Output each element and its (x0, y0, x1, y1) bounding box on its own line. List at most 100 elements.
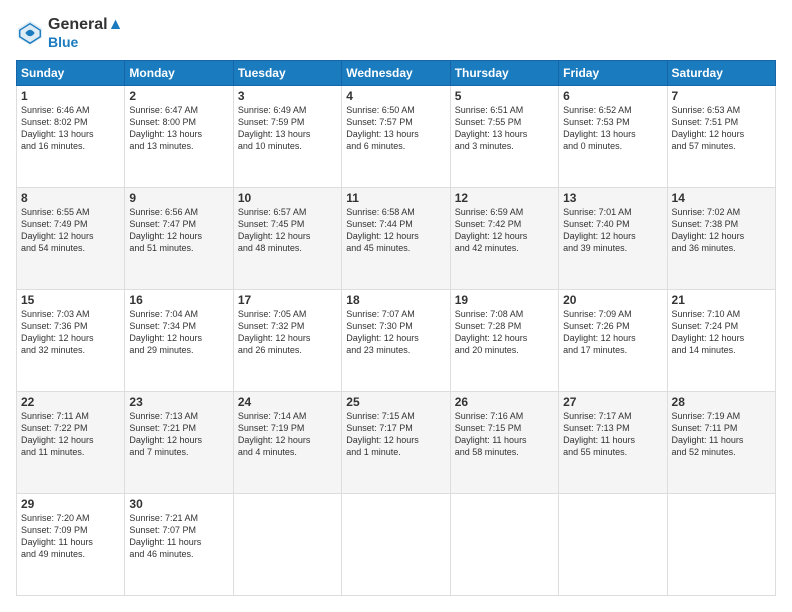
cell-details: Sunrise: 7:09 AMSunset: 7:26 PMDaylight:… (563, 308, 662, 357)
cell-details: Sunrise: 7:07 AMSunset: 7:30 PMDaylight:… (346, 308, 445, 357)
header: General▲ Blue (16, 16, 776, 50)
day-of-week-monday: Monday (125, 61, 233, 86)
calendar-cell: 1Sunrise: 6:46 AMSunset: 8:02 PMDaylight… (17, 86, 125, 188)
calendar-cell: 12Sunrise: 6:59 AMSunset: 7:42 PMDayligh… (450, 188, 558, 290)
cell-details: Sunrise: 7:11 AMSunset: 7:22 PMDaylight:… (21, 410, 120, 459)
day-number: 21 (672, 293, 771, 307)
calendar-cell: 18Sunrise: 7:07 AMSunset: 7:30 PMDayligh… (342, 290, 450, 392)
calendar-cell: 5Sunrise: 6:51 AMSunset: 7:55 PMDaylight… (450, 86, 558, 188)
day-number: 5 (455, 89, 554, 103)
day-of-week-tuesday: Tuesday (233, 61, 341, 86)
day-of-week-sunday: Sunday (17, 61, 125, 86)
calendar-cell: 17Sunrise: 7:05 AMSunset: 7:32 PMDayligh… (233, 290, 341, 392)
cell-details: Sunrise: 7:01 AMSunset: 7:40 PMDaylight:… (563, 206, 662, 255)
calendar-cell (450, 494, 558, 596)
day-number: 15 (21, 293, 120, 307)
day-number: 23 (129, 395, 228, 409)
calendar-cell: 2Sunrise: 6:47 AMSunset: 8:00 PMDaylight… (125, 86, 233, 188)
cell-details: Sunrise: 6:46 AMSunset: 8:02 PMDaylight:… (21, 104, 120, 153)
day-number: 30 (129, 497, 228, 511)
day-number: 27 (563, 395, 662, 409)
day-number: 7 (672, 89, 771, 103)
calendar-cell: 26Sunrise: 7:16 AMSunset: 7:15 PMDayligh… (450, 392, 558, 494)
day-number: 20 (563, 293, 662, 307)
calendar-cell: 9Sunrise: 6:56 AMSunset: 7:47 PMDaylight… (125, 188, 233, 290)
day-number: 6 (563, 89, 662, 103)
cell-details: Sunrise: 7:08 AMSunset: 7:28 PMDaylight:… (455, 308, 554, 357)
day-number: 22 (21, 395, 120, 409)
logo-icon (16, 19, 44, 47)
calendar-cell: 22Sunrise: 7:11 AMSunset: 7:22 PMDayligh… (17, 392, 125, 494)
day-number: 14 (672, 191, 771, 205)
day-of-week-friday: Friday (559, 61, 667, 86)
day-number: 11 (346, 191, 445, 205)
calendar-cell: 6Sunrise: 6:52 AMSunset: 7:53 PMDaylight… (559, 86, 667, 188)
day-number: 13 (563, 191, 662, 205)
cell-details: Sunrise: 7:20 AMSunset: 7:09 PMDaylight:… (21, 512, 120, 561)
calendar-cell: 25Sunrise: 7:15 AMSunset: 7:17 PMDayligh… (342, 392, 450, 494)
day-number: 26 (455, 395, 554, 409)
day-of-week-thursday: Thursday (450, 61, 558, 86)
cell-details: Sunrise: 7:04 AMSunset: 7:34 PMDaylight:… (129, 308, 228, 357)
cell-details: Sunrise: 6:47 AMSunset: 8:00 PMDaylight:… (129, 104, 228, 153)
page: General▲ Blue SundayMondayTuesdayWednesd… (0, 0, 792, 612)
day-number: 24 (238, 395, 337, 409)
calendar-cell: 19Sunrise: 7:08 AMSunset: 7:28 PMDayligh… (450, 290, 558, 392)
day-number: 12 (455, 191, 554, 205)
calendar-cell (233, 494, 341, 596)
cell-details: Sunrise: 7:15 AMSunset: 7:17 PMDaylight:… (346, 410, 445, 459)
calendar-cell: 29Sunrise: 7:20 AMSunset: 7:09 PMDayligh… (17, 494, 125, 596)
cell-details: Sunrise: 6:56 AMSunset: 7:47 PMDaylight:… (129, 206, 228, 255)
calendar-cell: 11Sunrise: 6:58 AMSunset: 7:44 PMDayligh… (342, 188, 450, 290)
day-number: 18 (346, 293, 445, 307)
cell-details: Sunrise: 7:17 AMSunset: 7:13 PMDaylight:… (563, 410, 662, 459)
cell-details: Sunrise: 6:58 AMSunset: 7:44 PMDaylight:… (346, 206, 445, 255)
calendar-cell (342, 494, 450, 596)
day-number: 16 (129, 293, 228, 307)
day-number: 1 (21, 89, 120, 103)
calendar-cell: 16Sunrise: 7:04 AMSunset: 7:34 PMDayligh… (125, 290, 233, 392)
calendar-cell: 8Sunrise: 6:55 AMSunset: 7:49 PMDaylight… (17, 188, 125, 290)
cell-details: Sunrise: 7:14 AMSunset: 7:19 PMDaylight:… (238, 410, 337, 459)
calendar-cell: 4Sunrise: 6:50 AMSunset: 7:57 PMDaylight… (342, 86, 450, 188)
cell-details: Sunrise: 7:05 AMSunset: 7:32 PMDaylight:… (238, 308, 337, 357)
calendar-cell: 15Sunrise: 7:03 AMSunset: 7:36 PMDayligh… (17, 290, 125, 392)
calendar-cell: 21Sunrise: 7:10 AMSunset: 7:24 PMDayligh… (667, 290, 775, 392)
cell-details: Sunrise: 7:02 AMSunset: 7:38 PMDaylight:… (672, 206, 771, 255)
calendar-cell: 28Sunrise: 7:19 AMSunset: 7:11 PMDayligh… (667, 392, 775, 494)
calendar-cell: 20Sunrise: 7:09 AMSunset: 7:26 PMDayligh… (559, 290, 667, 392)
logo: General▲ Blue (16, 16, 123, 50)
calendar-cell (559, 494, 667, 596)
calendar-cell: 23Sunrise: 7:13 AMSunset: 7:21 PMDayligh… (125, 392, 233, 494)
calendar-cell: 30Sunrise: 7:21 AMSunset: 7:07 PMDayligh… (125, 494, 233, 596)
calendar-cell: 10Sunrise: 6:57 AMSunset: 7:45 PMDayligh… (233, 188, 341, 290)
calendar-cell: 13Sunrise: 7:01 AMSunset: 7:40 PMDayligh… (559, 188, 667, 290)
calendar-cell: 14Sunrise: 7:02 AMSunset: 7:38 PMDayligh… (667, 188, 775, 290)
day-number: 29 (21, 497, 120, 511)
day-number: 8 (21, 191, 120, 205)
cell-details: Sunrise: 6:53 AMSunset: 7:51 PMDaylight:… (672, 104, 771, 153)
cell-details: Sunrise: 6:50 AMSunset: 7:57 PMDaylight:… (346, 104, 445, 153)
calendar-cell (667, 494, 775, 596)
calendar-cell: 27Sunrise: 7:17 AMSunset: 7:13 PMDayligh… (559, 392, 667, 494)
cell-details: Sunrise: 6:52 AMSunset: 7:53 PMDaylight:… (563, 104, 662, 153)
day-number: 19 (455, 293, 554, 307)
cell-details: Sunrise: 7:13 AMSunset: 7:21 PMDaylight:… (129, 410, 228, 459)
day-number: 10 (238, 191, 337, 205)
cell-details: Sunrise: 7:10 AMSunset: 7:24 PMDaylight:… (672, 308, 771, 357)
cell-details: Sunrise: 7:03 AMSunset: 7:36 PMDaylight:… (21, 308, 120, 357)
day-number: 25 (346, 395, 445, 409)
cell-details: Sunrise: 7:16 AMSunset: 7:15 PMDaylight:… (455, 410, 554, 459)
cell-details: Sunrise: 7:19 AMSunset: 7:11 PMDaylight:… (672, 410, 771, 459)
calendar-cell: 7Sunrise: 6:53 AMSunset: 7:51 PMDaylight… (667, 86, 775, 188)
day-number: 28 (672, 395, 771, 409)
day-of-week-saturday: Saturday (667, 61, 775, 86)
day-number: 4 (346, 89, 445, 103)
cell-details: Sunrise: 6:59 AMSunset: 7:42 PMDaylight:… (455, 206, 554, 255)
calendar-cell: 24Sunrise: 7:14 AMSunset: 7:19 PMDayligh… (233, 392, 341, 494)
calendar-cell: 3Sunrise: 6:49 AMSunset: 7:59 PMDaylight… (233, 86, 341, 188)
day-of-week-wednesday: Wednesday (342, 61, 450, 86)
cell-details: Sunrise: 6:55 AMSunset: 7:49 PMDaylight:… (21, 206, 120, 255)
day-number: 3 (238, 89, 337, 103)
day-number: 17 (238, 293, 337, 307)
